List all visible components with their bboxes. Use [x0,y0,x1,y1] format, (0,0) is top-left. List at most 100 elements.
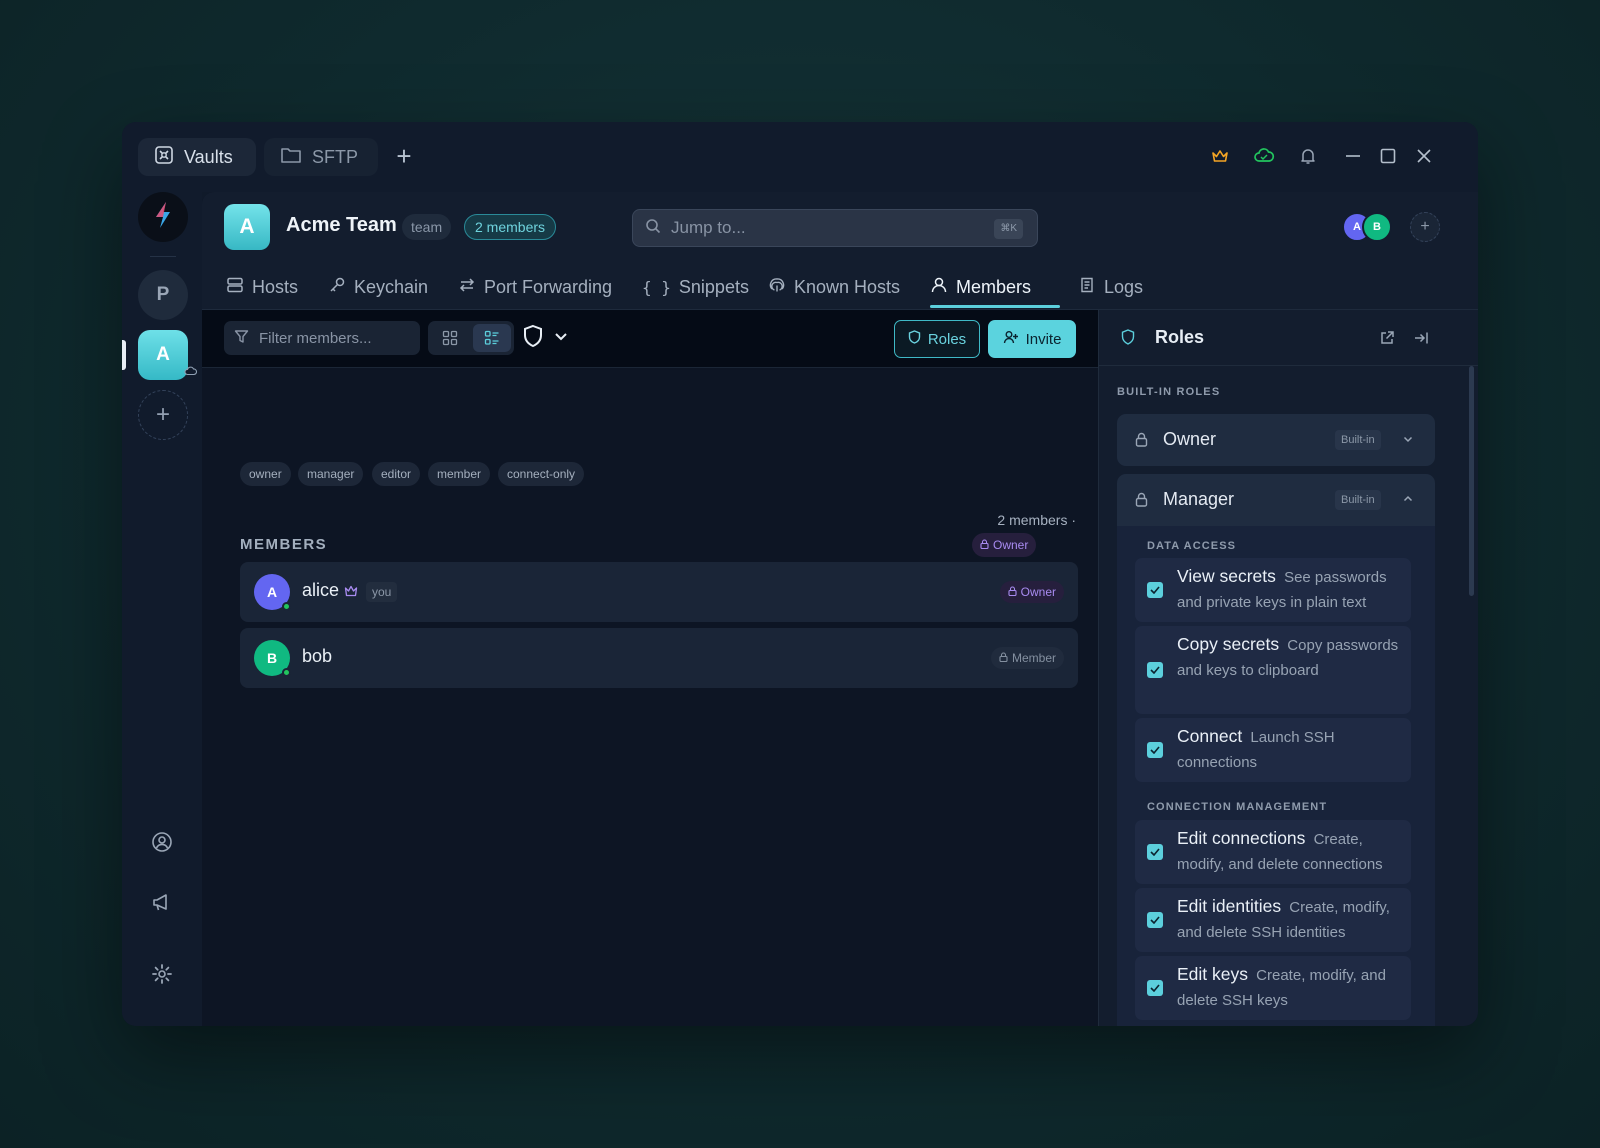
tab-hosts[interactable]: Hosts [226,264,298,310]
chevron-up-icon [1401,492,1415,506]
role-chip-member[interactable]: member [428,462,491,486]
role-chip-connect-only[interactable]: connect-only [498,462,585,486]
maximize-icon[interactable] [1376,144,1400,168]
role-name: Manager [1163,489,1235,509]
user-icon [930,276,948,299]
permission-view-secrets[interactable]: View secrets See passwords and private k… [1135,558,1411,622]
permission-edit-identities[interactable]: Edit identities Create, modify, and dele… [1135,888,1411,952]
search-placeholder: Jump to... [671,218,746,237]
panel-scrollbar[interactable] [1469,366,1474,596]
team-header: A Acme Team team 2 members Jump to... ⌘K… [202,192,1478,310]
crown-icon[interactable] [1208,144,1232,168]
avatar[interactable]: B [1362,212,1392,242]
server-icon [226,276,244,299]
add-vault-button[interactable]: + [138,390,188,440]
grid-view-icon[interactable] [431,324,469,352]
tab-members[interactable]: Members [930,264,1031,310]
tab-keychain[interactable]: Keychain [328,264,428,310]
arrows-icon [458,276,476,299]
jump-search-input[interactable]: Jump to... ⌘K [632,209,1038,247]
built-in-roles-label: BUILT-IN ROLES [1117,386,1221,398]
lightning-icon [152,201,174,234]
permission-connect[interactable]: Connect Launch SSH connections [1135,718,1411,782]
tab-sftp[interactable]: SFTP [264,138,378,176]
tab-vaults[interactable]: Vaults [138,138,256,176]
member-row-alice[interactable]: A alice you Owner [240,562,1078,622]
members-section-title: MEMBERS [240,536,328,553]
braces-icon: { } [642,277,671,297]
current-role-badge: Owner [972,533,1037,557]
filter-members-input[interactable]: Filter members... [224,321,420,355]
member-row-bob[interactable]: B bob Member [240,628,1078,688]
checkbox-checked-icon[interactable] [1147,912,1163,928]
account-icon[interactable] [150,830,174,854]
add-tab-button[interactable]: + [390,142,418,172]
lock-icon [980,533,989,557]
add-member-avatar-button[interactable]: + [1410,212,1440,242]
tab-known-hosts[interactable]: Known Hosts [768,264,900,310]
roles-button-label: Roles [927,330,967,348]
lock-icon [1135,492,1148,512]
permission-name: Edit identities [1177,896,1282,916]
permission-group-title: DATA ACCESS [1147,540,1237,552]
permission-copy-secrets[interactable]: Copy secrets Copy passwords and keys to … [1135,626,1411,714]
active-vault-indicator [122,340,126,370]
role-chip-manager[interactable]: manager [298,462,364,486]
lock-icon [1135,432,1148,452]
role-chip-owner[interactable]: owner [240,462,291,486]
tab-port-forwarding-label: Port Forwarding [484,276,613,297]
title-bar: Vaults SFTP + [122,122,1478,192]
members-count-badge[interactable]: 2 members [464,214,557,240]
role-card-manager[interactable]: Manager Built-in [1117,474,1435,526]
megaphone-icon[interactable] [150,890,174,914]
checkbox-checked-icon[interactable] [1147,662,1163,678]
key-icon [328,276,346,299]
status-badge: Owner [999,581,1064,603]
tab-snippets-label: Snippets [678,276,749,297]
status-badge: Member [990,647,1064,669]
cloud-sync-icon[interactable] [1252,144,1276,168]
invite-button-label: Invite [1025,330,1062,348]
collapse-panel-icon[interactable] [1413,330,1429,351]
roles-button[interactable]: Roles [894,320,980,358]
settings-gear-icon[interactable] [150,962,174,986]
list-view-icon[interactable] [473,324,511,352]
role-filter-dropdown[interactable] [522,324,576,352]
vault-a-initial: A [156,344,170,365]
vault-a[interactable]: A [138,330,198,380]
role-chip-editor[interactable]: editor [372,462,421,486]
folder-icon [280,145,302,170]
rail-divider [150,256,176,257]
member-name: alice [302,580,340,600]
external-link-icon[interactable] [1379,330,1395,351]
tab-logs[interactable]: Logs [1078,264,1143,310]
filter-placeholder: Filter members... [259,329,372,347]
checkbox-checked-icon[interactable] [1147,980,1163,996]
shield-icon [1121,329,1135,350]
tab-port-forwarding[interactable]: Port Forwarding [458,264,612,310]
permission-name: Edit keys [1177,964,1248,984]
team-avatar: A [224,204,270,250]
members-toolbar: Filter members... Roles Invite [202,310,1098,368]
tab-snippets[interactable]: { } Snippets [642,264,749,310]
vault-p[interactable]: P [138,270,188,320]
minimize-icon[interactable] [1341,144,1365,168]
close-icon[interactable] [1412,144,1436,168]
online-status-dot [282,668,291,677]
tab-keychain-label: Keychain [354,276,429,297]
checkbox-checked-icon[interactable] [1147,844,1163,860]
role-card-owner[interactable]: Owner Built-in [1117,414,1435,466]
app-logo[interactable] [138,192,188,242]
tab-vaults-label: Vaults [184,146,233,167]
built-in-tag: Built-in [1335,430,1381,450]
permission-edit-keys[interactable]: Edit keys Create, modify, and delete SSH… [1135,956,1411,1020]
search-icon [645,218,661,239]
bell-icon[interactable] [1296,144,1320,168]
permission-group-title: CONNECTION MANAGEMENT [1147,801,1328,813]
search-shortcut: ⌘K [994,219,1023,239]
invite-button[interactable]: Invite [988,320,1076,358]
checkbox-checked-icon[interactable] [1147,742,1163,758]
permission-edit-connections[interactable]: Edit connections Create, modify, and del… [1135,820,1411,884]
checkbox-checked-icon[interactable] [1147,582,1163,598]
role-name: Owner [1163,429,1217,449]
